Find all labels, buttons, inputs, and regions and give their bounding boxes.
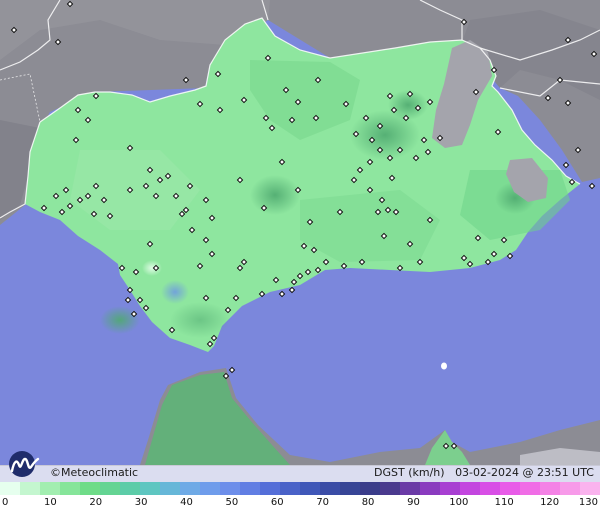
datetime-label: 03-02-2024 @ 23:51 UTC <box>455 466 594 479</box>
color-scale-swatch <box>320 482 340 495</box>
map-info: DGST (km/h) 03-02-2024 @ 23:51 UTC <box>374 465 594 481</box>
color-scale-tick-label: 50 <box>225 497 239 508</box>
color-scale-tick-label: 90 <box>407 497 420 508</box>
credit-name: Meteoclimatic <box>61 466 139 479</box>
color-scale-tick-label: 130 <box>578 497 598 508</box>
variable-label: DGST <box>374 466 405 479</box>
color-scale-swatch <box>240 482 260 495</box>
color-scale-tick-label: 20 <box>89 497 103 508</box>
color-scale-tick-label: 100 <box>449 497 469 508</box>
unit-label: (km/h) <box>408 466 445 479</box>
color-scale-swatch <box>440 482 460 495</box>
color-scale-swatch <box>400 482 420 495</box>
color-scale-tick-label: 0 <box>2 497 9 508</box>
color-scale-swatch <box>520 482 540 495</box>
color-scale-swatch <box>20 482 40 495</box>
color-scale-swatch <box>580 482 600 495</box>
color-scale-swatch <box>260 482 280 495</box>
color-scale-swatch <box>140 482 160 495</box>
color-scale-tick-label: 80 <box>361 497 375 508</box>
color-scale-swatch <box>220 482 240 495</box>
color-scale-ticks: 0 10 20 30 40 50 60 70 80 90 100 110 120 130 <box>0 497 600 511</box>
gust-patch <box>100 306 140 334</box>
color-scale-swatch <box>40 482 60 495</box>
color-scale-tick-label: 110 <box>494 497 514 508</box>
color-scale-swatch <box>540 482 560 495</box>
color-scale-swatch <box>360 482 380 495</box>
color-scale-swatch <box>420 482 440 495</box>
alboran-island <box>441 362 447 370</box>
color-scale-tick-label: 30 <box>134 497 148 508</box>
gust-patch <box>170 302 230 338</box>
color-scale-swatch <box>500 482 520 495</box>
color-scale-swatch <box>0 482 20 495</box>
credit-label: ©Meteoclimatic <box>50 465 138 481</box>
meteoclimatic-logo-icon <box>9 451 40 477</box>
color-scale-swatch <box>340 482 360 495</box>
weather-map-view: ©Meteoclimatic DGST (km/h) 03-02-2024 @ … <box>0 0 600 517</box>
color-scale-swatch <box>60 482 80 495</box>
gust-map <box>0 0 600 465</box>
copyright-symbol: © <box>50 466 61 479</box>
color-scale-swatch <box>160 482 180 495</box>
color-scale-swatch <box>300 482 320 495</box>
color-scale-tick-label: 120 <box>540 497 560 508</box>
color-scale-swatch <box>80 482 100 495</box>
color-scale-tick-label: 40 <box>180 497 193 508</box>
color-scale-swatch <box>200 482 220 495</box>
color-scale-swatch <box>560 482 580 495</box>
color-scale-tick-label: 70 <box>316 497 330 508</box>
color-scale-swatch <box>460 482 480 495</box>
color-scale-swatch <box>100 482 120 495</box>
gust-patch <box>250 175 300 215</box>
color-scale-tick-label: 10 <box>44 497 57 508</box>
color-scale-swatches <box>0 482 600 495</box>
color-scale: 0 10 20 30 40 50 60 70 80 90 100 110 120 130 <box>0 482 600 517</box>
gust-patch <box>161 280 189 304</box>
color-scale-tick-label: 60 <box>270 497 284 508</box>
color-scale-swatch <box>380 482 400 495</box>
color-scale-swatch <box>120 482 140 495</box>
color-scale-swatch <box>180 482 200 495</box>
color-scale-swatch <box>280 482 300 495</box>
color-scale-swatch <box>480 482 500 495</box>
